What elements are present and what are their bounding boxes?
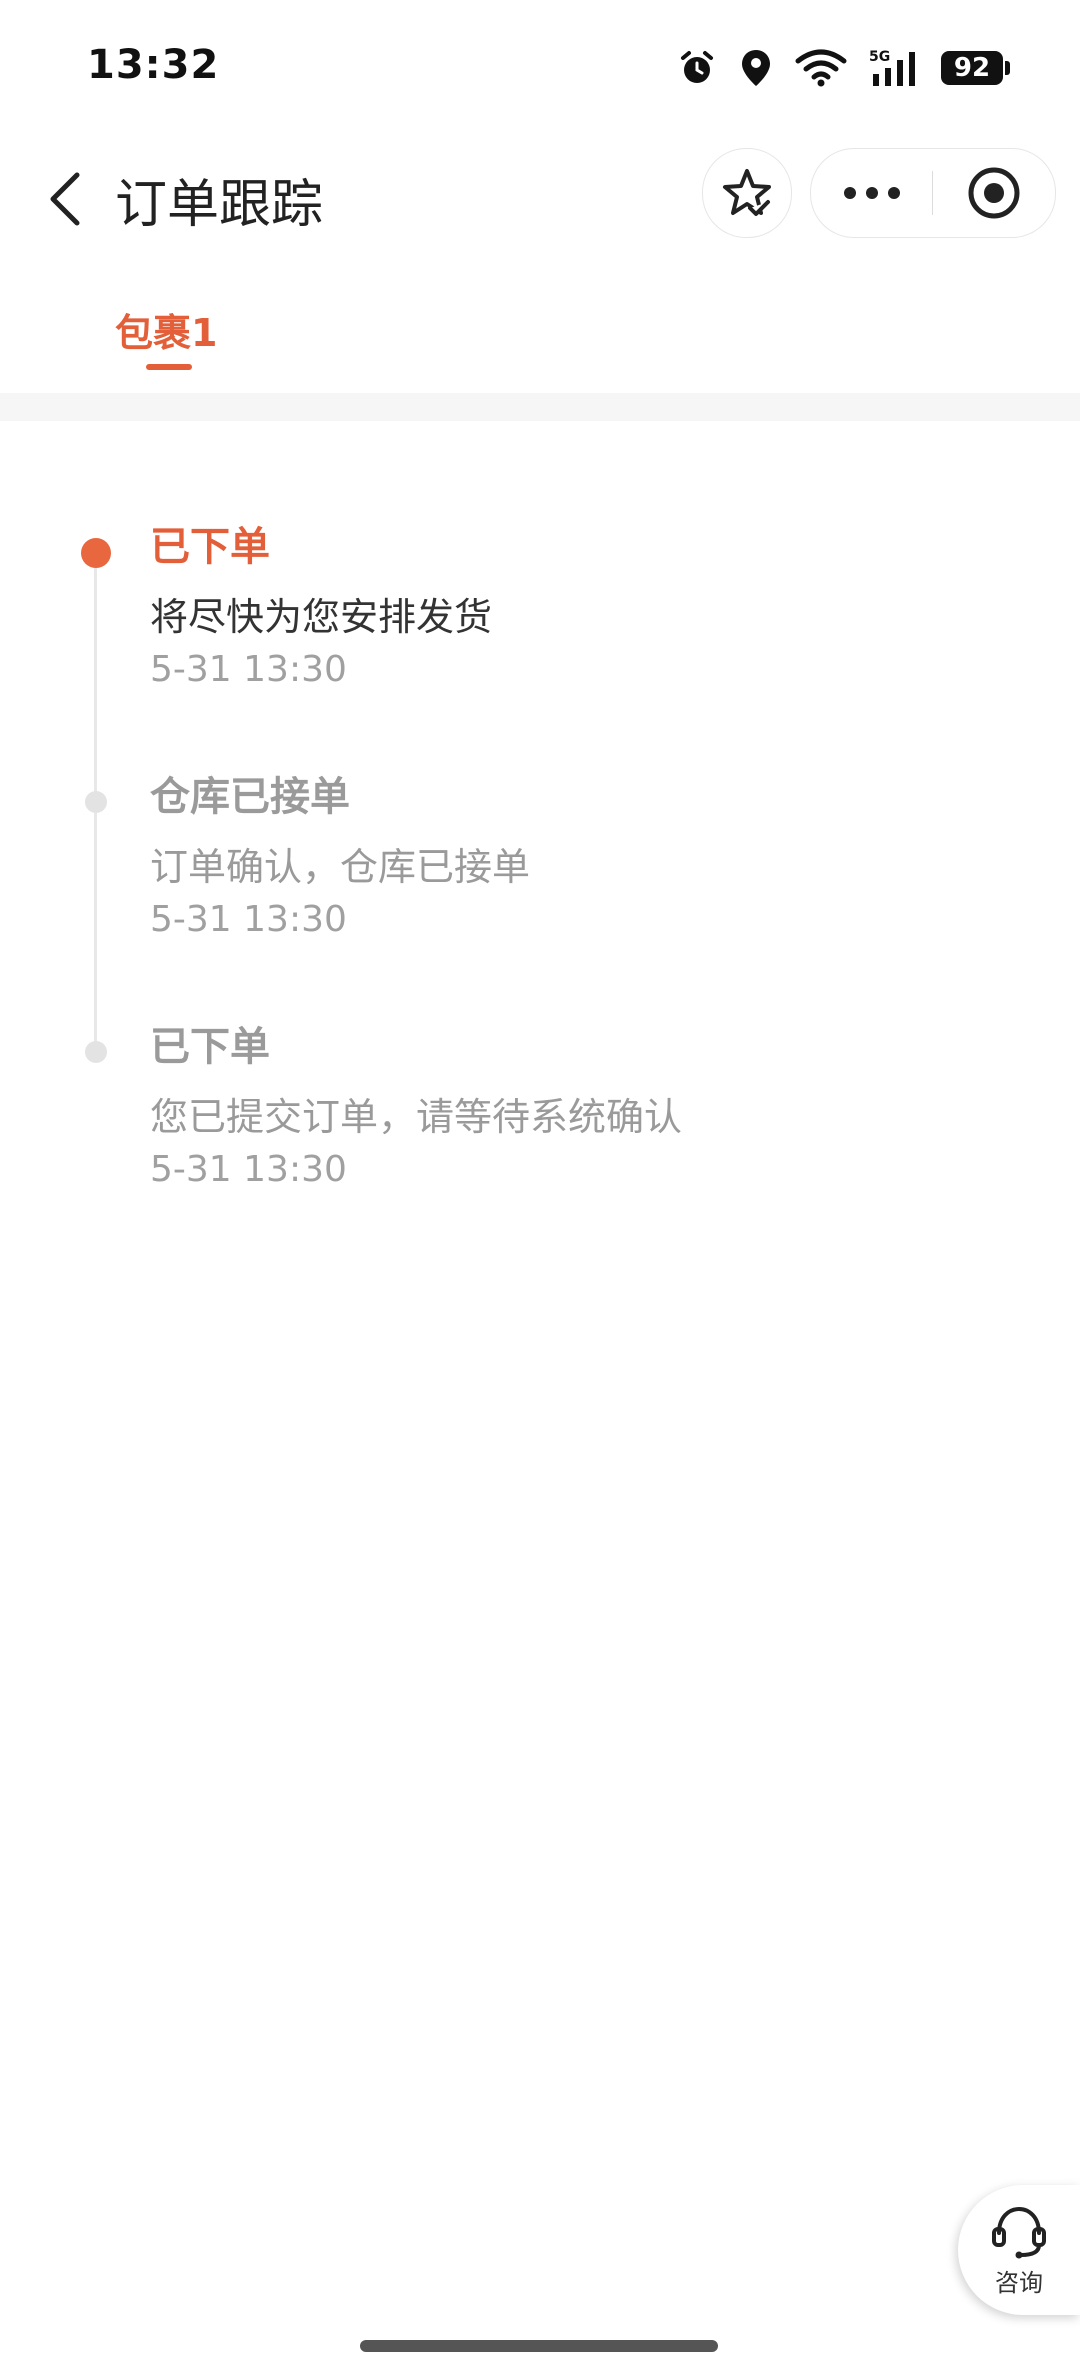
timeline-status: 已下单 <box>150 524 270 570</box>
tab-package-1[interactable]: 包裹1 <box>115 302 217 357</box>
timeline-dot-active <box>81 538 111 568</box>
timeline-status: 仓库已接单 <box>150 774 350 820</box>
status-bar: 13:32 5G 92 <box>0 0 1080 140</box>
status-time: 13:32 <box>87 42 220 88</box>
close-mini-program-button[interactable] <box>933 149 1054 237</box>
status-icons: 5G 92 <box>677 48 1010 88</box>
package-tabs: 包裹1 <box>0 290 1080 390</box>
timeline-time: 5-31 13:30 <box>150 649 347 690</box>
consult-label: 咨询 <box>995 2268 1043 2297</box>
tab-active-indicator <box>146 364 192 370</box>
target-close-icon <box>968 167 1019 219</box>
page-title: 订单跟踪 <box>115 175 324 235</box>
location-icon <box>742 50 770 86</box>
timeline-time: 5-31 13:30 <box>150 899 347 940</box>
navigation-bar: 订单跟踪 <box>0 140 1080 265</box>
battery-level: 92 <box>941 51 1003 85</box>
timeline-dot <box>85 1041 107 1063</box>
back-button[interactable] <box>30 164 100 234</box>
cellular-5g-icon: 5G <box>869 49 915 86</box>
star-icon <box>723 169 771 216</box>
more-button[interactable] <box>811 149 932 237</box>
timeline-description: 您已提交订单，请等待系统确认 <box>150 1095 683 1139</box>
timeline-status: 已下单 <box>150 1024 270 1070</box>
timeline-description: 将尽快为您安排发货 <box>150 595 493 639</box>
timeline-time: 5-31 13:30 <box>150 1149 347 1190</box>
alarm-icon <box>681 51 713 83</box>
favorite-button[interactable] <box>702 148 792 238</box>
timeline-description: 订单确认，仓库已接单 <box>150 845 531 889</box>
chevron-left-icon <box>50 172 80 226</box>
svg-text:5G: 5G <box>869 49 890 65</box>
section-divider <box>0 393 1080 421</box>
consult-button[interactable]: 咨询 <box>958 2185 1080 2315</box>
home-indicator[interactable] <box>360 2340 718 2352</box>
mini-program-capsule <box>810 148 1056 238</box>
wifi-icon <box>795 49 847 87</box>
more-dots-icon <box>843 187 900 199</box>
battery-cap <box>1005 61 1010 75</box>
headset-icon <box>992 2206 1046 2258</box>
timeline-dot <box>85 791 107 813</box>
battery-indicator: 92 <box>941 51 1010 85</box>
